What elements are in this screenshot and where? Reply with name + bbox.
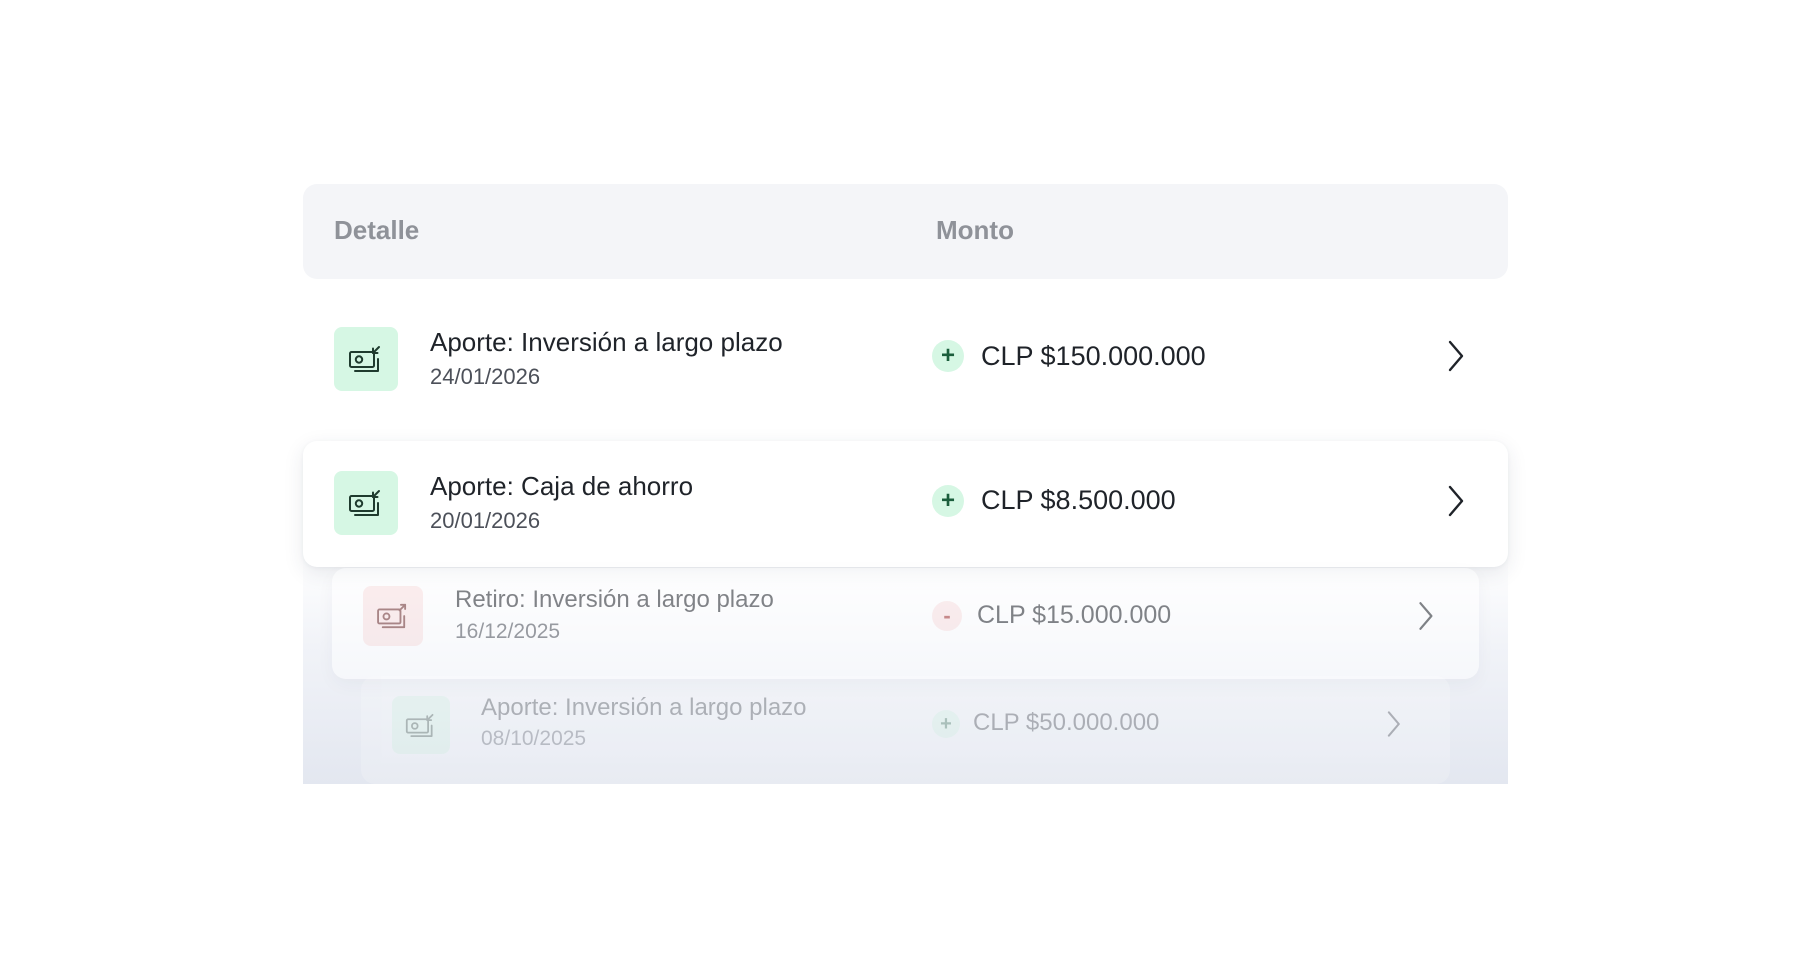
money-in-icon: [392, 696, 450, 754]
transaction-row[interactable]: Aporte: Inversión a largo plazo 24/01/20…: [303, 292, 1508, 418]
transaction-row[interactable]: Retiro: Inversión a largo plazo 16/12/20…: [332, 568, 1479, 679]
plus-icon: +: [932, 340, 964, 372]
money-out-icon: [363, 586, 423, 646]
header-amount: Monto: [936, 215, 1014, 245]
transaction-date: 20/01/2026: [430, 508, 541, 533]
chevron-right-icon[interactable]: [1414, 599, 1436, 633]
transaction-date: 24/01/2026: [430, 364, 541, 389]
plus-icon: +: [932, 485, 964, 517]
transaction-amount: CLP $150.000.000: [981, 341, 1206, 371]
transaction-amount: CLP $8.500.000: [981, 485, 1176, 515]
transaction-title: Aporte: Inversión a largo plazo: [481, 694, 807, 721]
transaction-title: Aporte: Caja de ahorro: [430, 471, 694, 501]
transaction-row[interactable]: Aporte: Inversión a largo plazo 08/10/20…: [361, 676, 1450, 784]
transaction-title: Retiro: Inversión a largo plazo: [455, 586, 774, 613]
money-in-icon: [334, 471, 398, 535]
header-detail: Detalle: [334, 215, 420, 245]
chevron-right-icon[interactable]: [1383, 708, 1403, 740]
transaction-row[interactable]: Aporte: Caja de ahorro 20/01/2026 + CLP …: [303, 441, 1508, 567]
page: Detalle Monto Aporte: Inversión a largo …: [0, 0, 1800, 960]
minus-icon: -: [932, 601, 962, 631]
plus-icon: +: [932, 710, 960, 738]
chevron-right-icon[interactable]: [1443, 483, 1467, 519]
transaction-amount: CLP $15.000.000: [977, 601, 1172, 629]
table-header: Detalle Monto: [303, 184, 1508, 279]
transaction-date: 08/10/2025: [481, 727, 587, 750]
transaction-date: 16/12/2025: [455, 620, 561, 643]
money-in-icon: [334, 327, 398, 391]
transaction-title: Aporte: Inversión a largo plazo: [430, 327, 783, 357]
chevron-right-icon[interactable]: [1443, 338, 1467, 374]
transactions-table: Detalle Monto Aporte: Inversión a largo …: [303, 184, 1508, 784]
transaction-amount: CLP $50.000.000: [973, 709, 1160, 736]
